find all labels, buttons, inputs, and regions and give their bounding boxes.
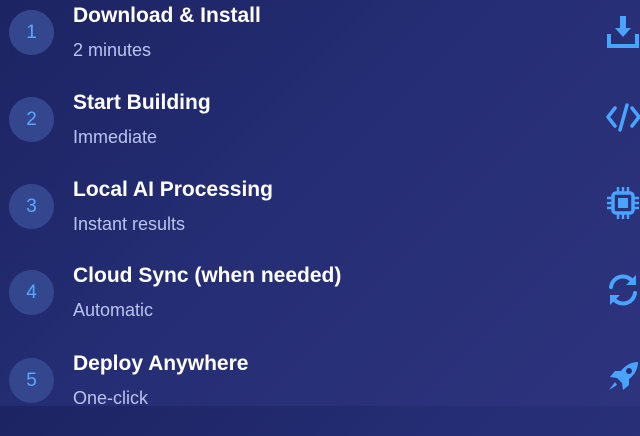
step-item-cloud-sync: 4 Cloud Sync (when needed) Automatic <box>0 260 640 348</box>
code-icon <box>605 99 640 135</box>
step-item-download: 1 Download & Install 2 minutes <box>0 0 640 88</box>
step-number-badge: 1 <box>9 10 54 55</box>
step-subtitle: Immediate <box>73 127 158 147</box>
step-title: Start Building <box>73 91 211 114</box>
step-subtitle: Automatic <box>73 300 154 320</box>
step-item-start-building: 2 Start Building Immediate <box>0 87 640 175</box>
step-title: Cloud Sync (when needed) <box>73 264 342 287</box>
step-number-badge: 2 <box>9 97 54 142</box>
step-item-local-ai: 3 Local AI Processing Instant results <box>0 174 640 262</box>
sync-icon <box>605 272 640 308</box>
step-subtitle: Instant results <box>73 214 186 234</box>
step-title: Deploy Anywhere <box>73 352 249 375</box>
step-subtitle: 2 minutes <box>73 40 152 60</box>
step-title: Local AI Processing <box>73 178 273 201</box>
step-item-deploy: 5 Deploy Anywhere One-click <box>0 348 640 436</box>
download-icon <box>605 14 640 50</box>
rocket-icon <box>605 360 640 396</box>
steps-list: 1 Download & Install 2 minutes 2 Start B… <box>0 0 640 408</box>
step-number-badge: 5 <box>9 358 54 403</box>
step-title: Download & Install <box>73 4 261 27</box>
chip-icon <box>605 186 640 222</box>
step-number-badge: 4 <box>9 270 54 315</box>
step-number-badge: 3 <box>9 184 54 229</box>
